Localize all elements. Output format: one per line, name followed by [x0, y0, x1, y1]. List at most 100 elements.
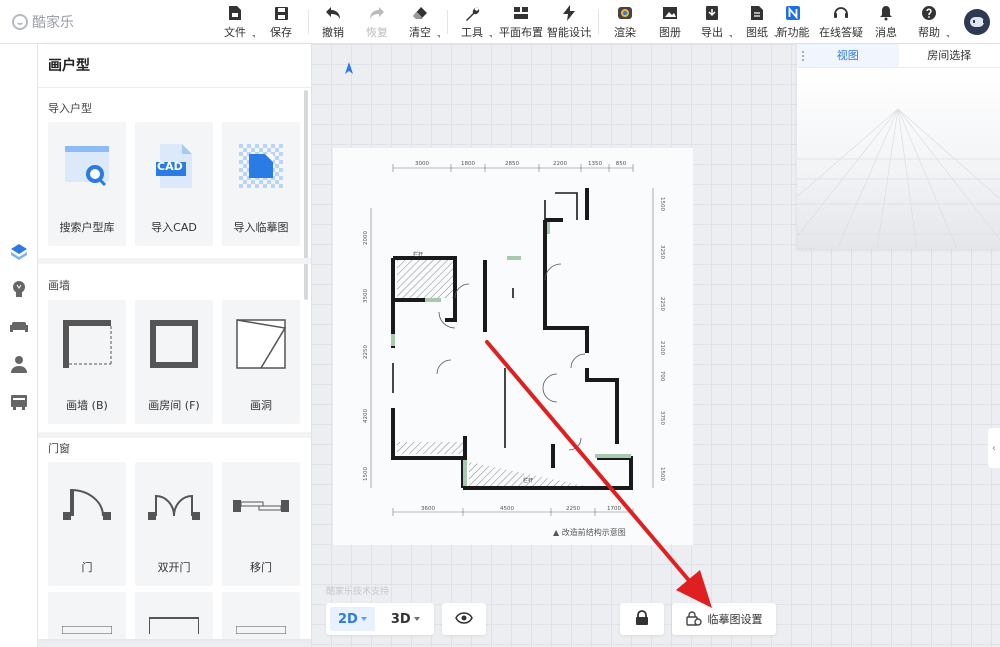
tab-view[interactable]: 视图 [797, 44, 899, 67]
toolbar-file-button[interactable]: 文件 [213, 4, 257, 40]
viewport-3d-preview[interactable] [797, 69, 1000, 249]
toolbar-undo-button[interactable]: 撤销 [311, 4, 355, 40]
mode-2d-button[interactable]: 2D [330, 607, 375, 631]
mode-3d-button[interactable]: 3D [383, 607, 428, 631]
visibility-toggle-button[interactable] [442, 603, 486, 635]
toolbar-album-button[interactable]: 图册 [648, 4, 692, 40]
toolbar-export-button[interactable]: 导出 [690, 4, 734, 40]
logo-mark-icon [12, 14, 28, 30]
dim-top-2: 1800 [461, 161, 475, 167]
compass-north-icon [345, 62, 353, 76]
user-avatar[interactable] [964, 9, 990, 35]
chevron-left-icon: ‹ [992, 442, 996, 454]
save-icon [272, 4, 290, 22]
layout-icon [512, 4, 530, 22]
view-mode-switch: 2D 3D [326, 603, 434, 635]
rail-draw-floorplan-icon[interactable] [7, 240, 31, 264]
dim-top-1: 3000 [415, 161, 429, 167]
section-title-walls: 画墙 [48, 279, 70, 292]
card-sliding-door[interactable]: 移门 [222, 462, 300, 586]
toolbar-new-features-button[interactable]: 新功能 [771, 4, 815, 40]
collapse-right-panel-button[interactable]: ‹ [988, 428, 1000, 468]
dim-top-3: 2850 [505, 161, 519, 167]
dim-right-6: 3750 [659, 411, 665, 425]
lock-button[interactable] [620, 603, 664, 635]
dim-right-3: 2250 [659, 297, 665, 311]
dim-left-1: 2000 [363, 231, 369, 245]
plan-label-balcony-1: 栏杆 [413, 251, 423, 258]
dim-left-4: 4200 [363, 409, 369, 423]
top-toolbar: 酷家乐 文件 保存 撤销 恢复 清空 工具 平面布置 智能设计 渲染 图册 导出… [0, 0, 1000, 44]
toolbar-messages-button[interactable]: 消息 [864, 4, 908, 40]
viewport-tabs: 视图 房间选择 [797, 44, 1000, 68]
card-bay-window[interactable] [135, 592, 213, 639]
file-icon [226, 4, 244, 22]
album-icon [661, 4, 679, 22]
trace-floorplan-image[interactable]: 栏杆 栏杆 3000 1800 2850 2200 1350 850 3600 … [333, 148, 693, 545]
draw-floorplan-panel: 画户型 导入户型 搜索户型库 CAD 导入CAD 导入临摹图 画墙 画墙 (B) [38, 44, 311, 639]
toolbar-tools-button[interactable]: 工具 [450, 4, 494, 40]
card-window[interactable] [48, 592, 126, 639]
card-draw-opening[interactable]: 画洞 [222, 300, 300, 424]
lightning-icon [560, 4, 578, 22]
trace-image-settings-button[interactable]: 临摹图设置 [672, 603, 776, 635]
card-draw-wall[interactable]: 画墙 (B) [48, 300, 126, 424]
trace-image-icon [231, 136, 291, 196]
toolbar-floor-layout-button[interactable]: 平面布置 [497, 4, 545, 40]
double-door-icon [144, 476, 204, 536]
dim-top-4: 2200 [553, 161, 567, 167]
search-library-icon [57, 136, 117, 196]
trace-settings-icon [685, 610, 702, 629]
wrench-icon [463, 4, 481, 22]
dim-right-2: 3250 [659, 245, 665, 259]
toolbar-redo-button[interactable]: 恢复 [355, 4, 399, 40]
dim-left-3: 2250 [363, 345, 369, 359]
toolbar-render-button[interactable]: 渲染 [603, 4, 647, 40]
viewport-panel: 视图 房间选择 [797, 44, 1000, 249]
dim-right-1: 1500 [659, 197, 665, 211]
rail-cabinet-icon[interactable] [7, 390, 31, 414]
tab-room-select[interactable]: 房间选择 [899, 44, 1000, 67]
bell-icon [877, 4, 895, 22]
toolbar-smart-design-button[interactable]: 智能设计 [545, 4, 593, 40]
panel-scrollbar[interactable] [304, 90, 308, 300]
drag-handle-icon[interactable] [801, 50, 805, 62]
dim-top-6: 850 [616, 161, 627, 167]
draw-wall-icon [57, 314, 117, 374]
card-draw-room[interactable]: 画房间 (F) [135, 300, 213, 424]
card-import-trace-image[interactable]: 导入临摹图 [222, 122, 300, 246]
panel-title: 画户型 [38, 44, 311, 88]
export-icon [703, 4, 721, 22]
card-search-floorplan-library[interactable]: 搜索户型库 [48, 122, 126, 246]
toolbar-help-button[interactable]: 帮助 [907, 4, 951, 40]
toolbar-online-help-button[interactable]: 在线答疑 [817, 4, 865, 40]
dim-bottom-2: 4500 [500, 506, 514, 512]
chevron-down-icon [360, 617, 367, 621]
dim-top-5: 1350 [588, 161, 602, 167]
app-logo[interactable]: 酷家乐 [12, 12, 74, 32]
draw-opening-icon [231, 314, 291, 374]
sliding-door-icon [231, 476, 291, 536]
dim-left-2: 3500 [363, 289, 369, 303]
redo-icon [368, 4, 386, 22]
section-title-doors: 门窗 [48, 442, 70, 455]
dim-right-5: 700 [659, 371, 665, 382]
card-import-cad[interactable]: CAD 导入CAD [135, 122, 213, 246]
rail-lighting-icon[interactable] [7, 277, 31, 301]
left-rail [0, 44, 38, 647]
card-double-door[interactable]: 双开门 [135, 462, 213, 586]
section-title-import: 导入户型 [48, 102, 92, 115]
dim-right-4: 2100 [659, 341, 665, 355]
dim-bottom-4: 1700 [607, 506, 621, 512]
toolbar-save-button[interactable]: 保存 [259, 4, 303, 40]
eraser-icon [411, 4, 429, 22]
lock-icon [635, 609, 649, 629]
dim-bottom-3: 2250 [566, 506, 580, 512]
card-corner-window[interactable] [222, 592, 300, 639]
headset-icon [832, 4, 850, 22]
card-door[interactable]: 门 [48, 462, 126, 586]
watermark: 酷家乐技术支持 [326, 587, 390, 597]
rail-furniture-icon[interactable] [7, 314, 31, 338]
toolbar-clear-button[interactable]: 清空 [398, 4, 442, 40]
rail-personal-library-icon[interactable] [7, 352, 31, 376]
